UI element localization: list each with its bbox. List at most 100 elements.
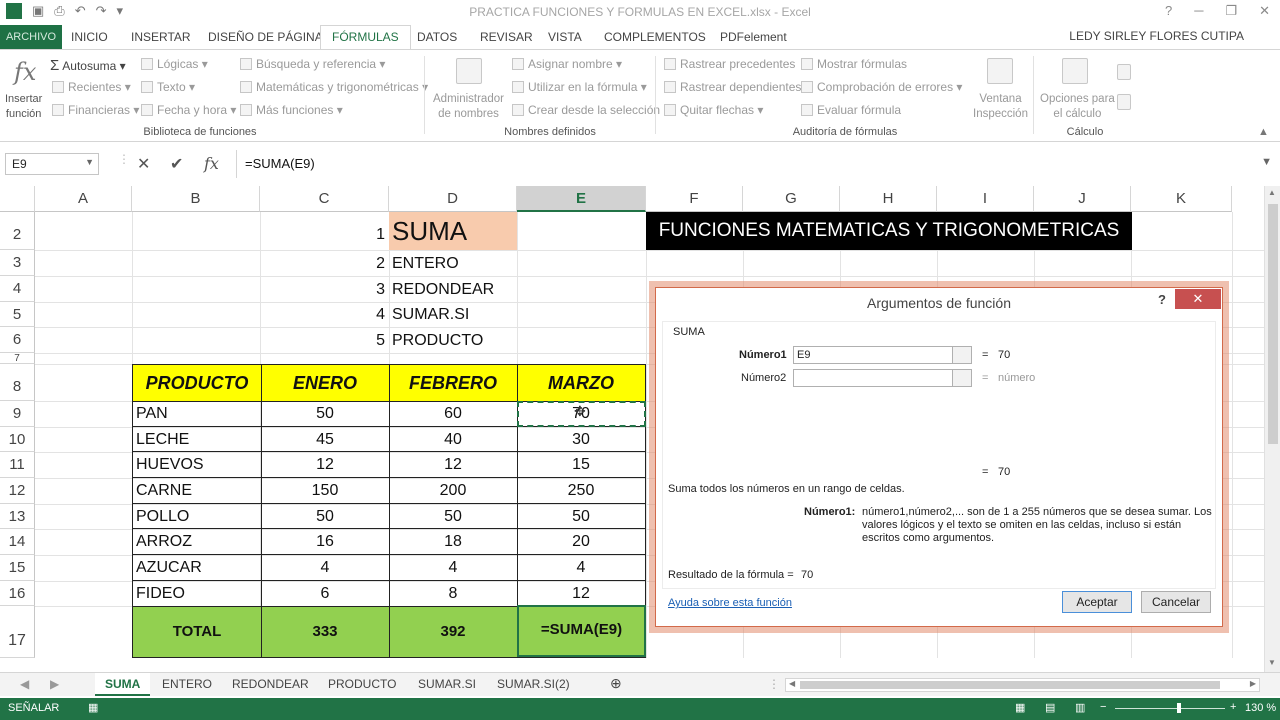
zoom-slider[interactable] — [1115, 703, 1225, 713]
row-header[interactable]: 14 — [0, 529, 35, 555]
horizontal-scroll-thumb[interactable] — [800, 681, 1220, 689]
logical-button[interactable]: Lógicas ▾ — [141, 57, 208, 71]
column-header-a[interactable]: A — [35, 186, 132, 212]
watch-window-button[interactable]: Ventana Inspección — [973, 92, 1028, 122]
cell-marzo[interactable]: 250 — [517, 482, 645, 500]
date-time-button[interactable]: Fecha y hora ▾ — [141, 103, 236, 117]
cell-febrero[interactable]: 12 — [389, 456, 517, 474]
row-header[interactable]: 10 — [0, 427, 35, 452]
zoom-out-icon[interactable]: − — [1100, 701, 1106, 713]
zoom-in-icon[interactable]: + — [1230, 701, 1236, 713]
function-help-link[interactable]: Ayuda sobre esta función — [668, 597, 792, 609]
cell-marzo[interactable]: 30 — [517, 431, 645, 449]
minimize-button[interactable]: ─ — [1194, 3, 1203, 19]
select-all-corner[interactable] — [0, 186, 35, 212]
more-functions-button[interactable]: Más funciones ▾ — [240, 103, 343, 117]
tab-insertar[interactable]: INSERTAR — [131, 30, 191, 44]
column-header-j[interactable]: J — [1034, 186, 1131, 212]
zoom-level[interactable]: 130 % — [1245, 702, 1276, 714]
insert-function-icon[interactable]: fx — [14, 58, 36, 86]
name-box-dropdown-icon[interactable]: ▼ — [85, 157, 94, 167]
evaluate-formula-button[interactable]: Evaluar fórmula — [801, 103, 901, 117]
total-febrero[interactable]: 392 — [389, 623, 517, 640]
calculate-sheet-icon[interactable] — [1117, 94, 1131, 110]
row-header[interactable]: 2 — [0, 212, 35, 250]
financial-button[interactable]: Financieras ▾ — [52, 103, 139, 117]
remove-arrows-button[interactable]: Quitar flechas ▾ — [664, 103, 763, 117]
column-header-i[interactable]: I — [937, 186, 1034, 212]
cell-enero[interactable]: 150 — [261, 482, 389, 500]
row-header[interactable]: 3 — [0, 250, 35, 276]
autosum-button[interactable]: Σ Autosuma ▾ — [50, 57, 126, 74]
cell-enero[interactable]: 45 — [261, 431, 389, 449]
horizontal-scrollbar[interactable]: ◀ ▶ — [785, 678, 1260, 692]
next-sheet-icon[interactable]: ▶ — [50, 677, 59, 691]
use-in-formula-button[interactable]: Utilizar en la fórmula ▾ — [512, 80, 647, 94]
watch-window-icon[interactable] — [987, 58, 1013, 84]
tab-vista[interactable]: VISTA — [548, 30, 582, 44]
cell-febrero[interactable]: 60 — [389, 405, 517, 423]
tab-pdfelement[interactable]: PDFelement — [720, 30, 787, 44]
cell-producto[interactable]: HUEVOS — [136, 456, 204, 474]
name-box[interactable]: E9 ▼ — [5, 153, 99, 175]
recent-button[interactable]: Recientes ▾ — [52, 80, 131, 94]
tab-inicio[interactable]: INICIO — [71, 30, 108, 44]
new-sheet-icon[interactable]: ⊕ — [610, 675, 622, 692]
name-manager-button[interactable]: Administrador de nombres — [433, 92, 504, 122]
formula-input[interactable]: =SUMA(E9) — [236, 150, 1256, 178]
row-header[interactable]: 15 — [0, 555, 35, 581]
close-window-button[interactable]: ✕ — [1259, 3, 1270, 19]
calculation-options-button[interactable]: Opciones para el cálculo — [1040, 92, 1115, 122]
ok-button[interactable]: Aceptar — [1062, 591, 1132, 613]
scroll-left-icon[interactable]: ◀ — [789, 679, 795, 688]
column-header-d[interactable]: D — [389, 186, 517, 212]
sheet-tab-redondear[interactable]: REDONDEAR — [232, 677, 309, 691]
row-header[interactable]: 11 — [0, 452, 35, 478]
cell-marzo[interactable]: 20 — [517, 533, 645, 551]
cell-enero[interactable]: 12 — [261, 456, 389, 474]
column-header-c[interactable]: C — [260, 186, 389, 212]
trace-precedents-button[interactable]: Rastrear precedentes — [664, 57, 795, 71]
cell-marzo[interactable]: 15 — [517, 456, 645, 474]
expand-formula-bar-icon[interactable]: ▼ — [1261, 156, 1272, 168]
sheet-tab-sumar-si-2[interactable]: SUMAR.SI(2) — [497, 677, 570, 691]
insert-function-fx-icon[interactable]: fx — [204, 154, 219, 173]
cell-febrero[interactable]: 18 — [389, 533, 517, 551]
vertical-scrollbar[interactable]: ▲ ▼ — [1264, 186, 1280, 672]
arg1-input[interactable]: E9 — [793, 346, 953, 364]
prev-sheet-icon[interactable]: ◀ — [20, 677, 29, 691]
cell-enero[interactable]: 16 — [261, 533, 389, 551]
tab-complementos[interactable]: COMPLEMENTOS — [604, 30, 706, 44]
cell-enero[interactable]: 6 — [261, 585, 389, 603]
row-header[interactable]: 8 — [0, 364, 35, 401]
cell-producto[interactable]: CARNE — [136, 482, 192, 500]
cancel-button[interactable]: Cancelar — [1141, 591, 1211, 613]
tab-split-handle-icon[interactable]: ⋮ — [768, 677, 780, 691]
calculation-options-icon[interactable] — [1062, 58, 1088, 84]
row-header[interactable]: 4 — [0, 276, 35, 302]
create-from-selection-button[interactable]: Crear desde la selección — [512, 103, 660, 117]
cell-febrero[interactable]: 40 — [389, 431, 517, 449]
sheet-tab-suma[interactable]: SUMA — [95, 673, 151, 696]
total-enero[interactable]: 333 — [261, 623, 389, 640]
cell-febrero[interactable]: 200 — [389, 482, 517, 500]
name-manager-icon[interactable] — [456, 58, 482, 84]
cell-marzo[interactable]: 12 — [517, 585, 645, 603]
tab-datos[interactable]: DATOS — [417, 30, 457, 44]
user-name[interactable]: LEDY SIRLEY FLORES CUTIPA — [1069, 29, 1244, 43]
dialog-close-button[interactable]: ✕ — [1175, 289, 1221, 309]
cell-producto[interactable]: LECHE — [136, 431, 189, 449]
cell-enero[interactable]: 50 — [261, 405, 389, 423]
row-header[interactable]: 12 — [0, 478, 35, 504]
cell-producto[interactable]: POLLO — [136, 508, 189, 526]
row-header[interactable]: 6 — [0, 327, 35, 353]
row-header[interactable]: 17 — [0, 606, 35, 658]
enter-icon[interactable]: ✔ — [170, 154, 183, 174]
macro-record-icon[interactable]: ▦ — [88, 701, 98, 714]
zoom-slider-thumb[interactable] — [1177, 703, 1181, 713]
arg1-collapse-icon[interactable] — [952, 346, 972, 364]
row-header[interactable]: 16 — [0, 581, 35, 606]
vertical-scroll-thumb[interactable] — [1268, 204, 1278, 444]
cell-febrero[interactable]: 8 — [389, 585, 517, 603]
cell-marzo[interactable]: 4 — [517, 559, 645, 577]
